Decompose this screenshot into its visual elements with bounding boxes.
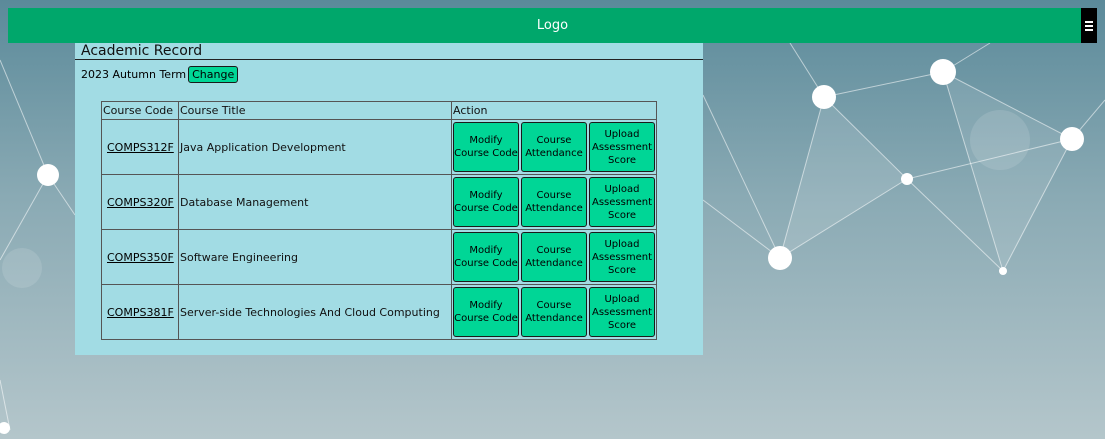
course-attendance-button[interactable]: Course Attendance [521,177,587,227]
column-header-course-code: Course Code [101,101,179,120]
upload-assessment-score-button[interactable]: Upload Assessment Score [589,122,655,172]
course-code-link[interactable]: COMPS350F [107,251,174,264]
change-term-button[interactable]: Change [188,66,239,83]
modify-course-code-button[interactable]: Modify Course Code [453,287,519,337]
top-navigation-bar: Logo [8,8,1097,43]
table-row: COMPS320F Database Management Modify Cou… [101,174,657,230]
table-row: COMPS312F Java Application Development M… [101,119,657,175]
hamburger-menu-icon[interactable] [1081,8,1097,43]
course-attendance-button[interactable]: Course Attendance [521,122,587,172]
page-title: Academic Record [81,43,203,59]
term-label: 2023 Autumn Term [81,68,187,81]
table-row: COMPS381F Server-side Technologies And C… [101,284,657,340]
table-row: COMPS350F Software Engineering Modify Co… [101,229,657,285]
course-title: Software Engineering [178,229,452,285]
upload-assessment-score-button[interactable]: Upload Assessment Score [589,287,655,337]
upload-assessment-score-button[interactable]: Upload Assessment Score [589,232,655,282]
academic-record-panel: Academic Record 2023 Autumn Term Change … [75,43,703,355]
course-title: Java Application Development [178,119,452,175]
modify-course-code-button[interactable]: Modify Course Code [453,232,519,282]
course-code-link[interactable]: COMPS312F [107,141,174,154]
course-attendance-button[interactable]: Course Attendance [521,232,587,282]
column-header-course-title: Course Title [178,101,452,120]
course-code-link[interactable]: COMPS320F [107,196,174,209]
course-code-link[interactable]: COMPS381F [107,306,174,319]
logo[interactable]: Logo [537,18,568,33]
title-divider [75,59,703,60]
upload-assessment-score-button[interactable]: Upload Assessment Score [589,177,655,227]
column-header-action: Action [451,101,657,120]
modify-course-code-button[interactable]: Modify Course Code [453,177,519,227]
course-title: Database Management [178,174,452,230]
table-header-row: Course Code Course Title Action [101,101,657,120]
modify-course-code-button[interactable]: Modify Course Code [453,122,519,172]
term-selector: 2023 Autumn Term Change [81,66,239,83]
course-title: Server-side Technologies And Cloud Compu… [178,284,452,340]
course-table: Course Code Course Title Action COMPS312… [101,101,657,340]
course-attendance-button[interactable]: Course Attendance [521,287,587,337]
